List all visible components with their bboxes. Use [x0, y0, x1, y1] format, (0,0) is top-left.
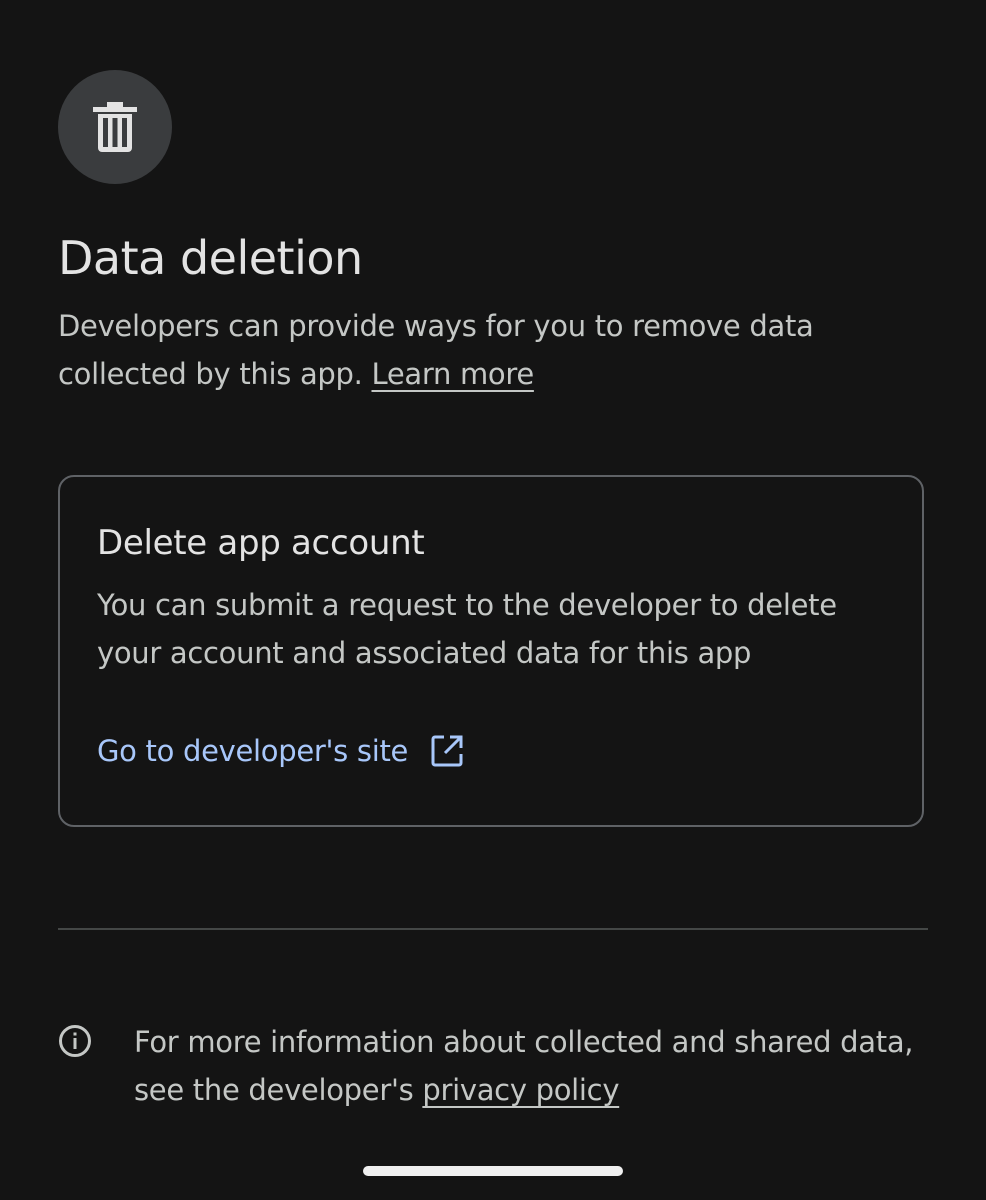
card-description: You can submit a request to the develope… — [97, 588, 837, 670]
privacy-info-text: For more information about collected and… — [134, 1018, 924, 1114]
info-icon — [58, 1024, 92, 1062]
open-in-new-icon — [430, 734, 464, 768]
developer-site-link-label: Go to developer's site — [97, 734, 409, 768]
delete-account-card: Delete app account You can submit a requ… — [58, 475, 924, 827]
trash-icon — [93, 102, 137, 152]
page-title: Data deletion — [58, 231, 363, 285]
page-description: Developers can provide ways for you to r… — [58, 302, 938, 398]
learn-more-link[interactable]: Learn more — [371, 357, 534, 391]
section-divider — [58, 928, 928, 930]
privacy-policy-link[interactable]: privacy policy — [422, 1073, 619, 1107]
card-title: Delete app account — [97, 523, 425, 563]
developer-site-link[interactable]: Go to developer's site — [97, 727, 464, 775]
home-indicator[interactable] — [363, 1166, 623, 1176]
data-deletion-icon-badge — [58, 70, 172, 184]
